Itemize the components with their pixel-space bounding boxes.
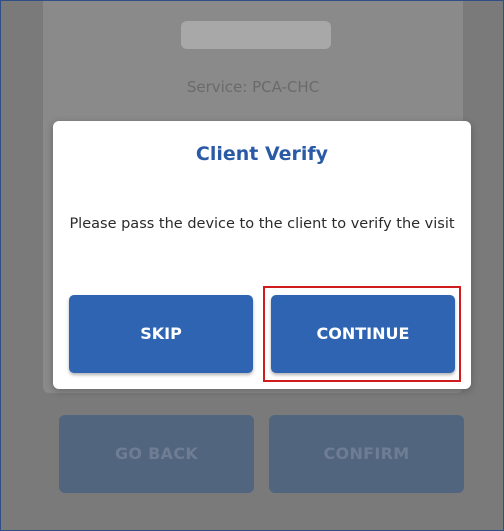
dialog-message: Please pass the device to the client to … (69, 216, 455, 232)
go-back-button: GO BACK (59, 415, 254, 493)
blurred-client-name (181, 21, 331, 49)
screen-frame: Service: PCA-CHC GO BACK CONFIRM Client … (0, 0, 504, 531)
confirm-button: CONFIRM (269, 415, 464, 493)
continue-highlight-box (263, 286, 461, 382)
service-label: Service: PCA-CHC (186, 78, 320, 96)
dialog-title: Client Verify (195, 143, 329, 165)
skip-button[interactable]: SKIP (69, 295, 253, 373)
